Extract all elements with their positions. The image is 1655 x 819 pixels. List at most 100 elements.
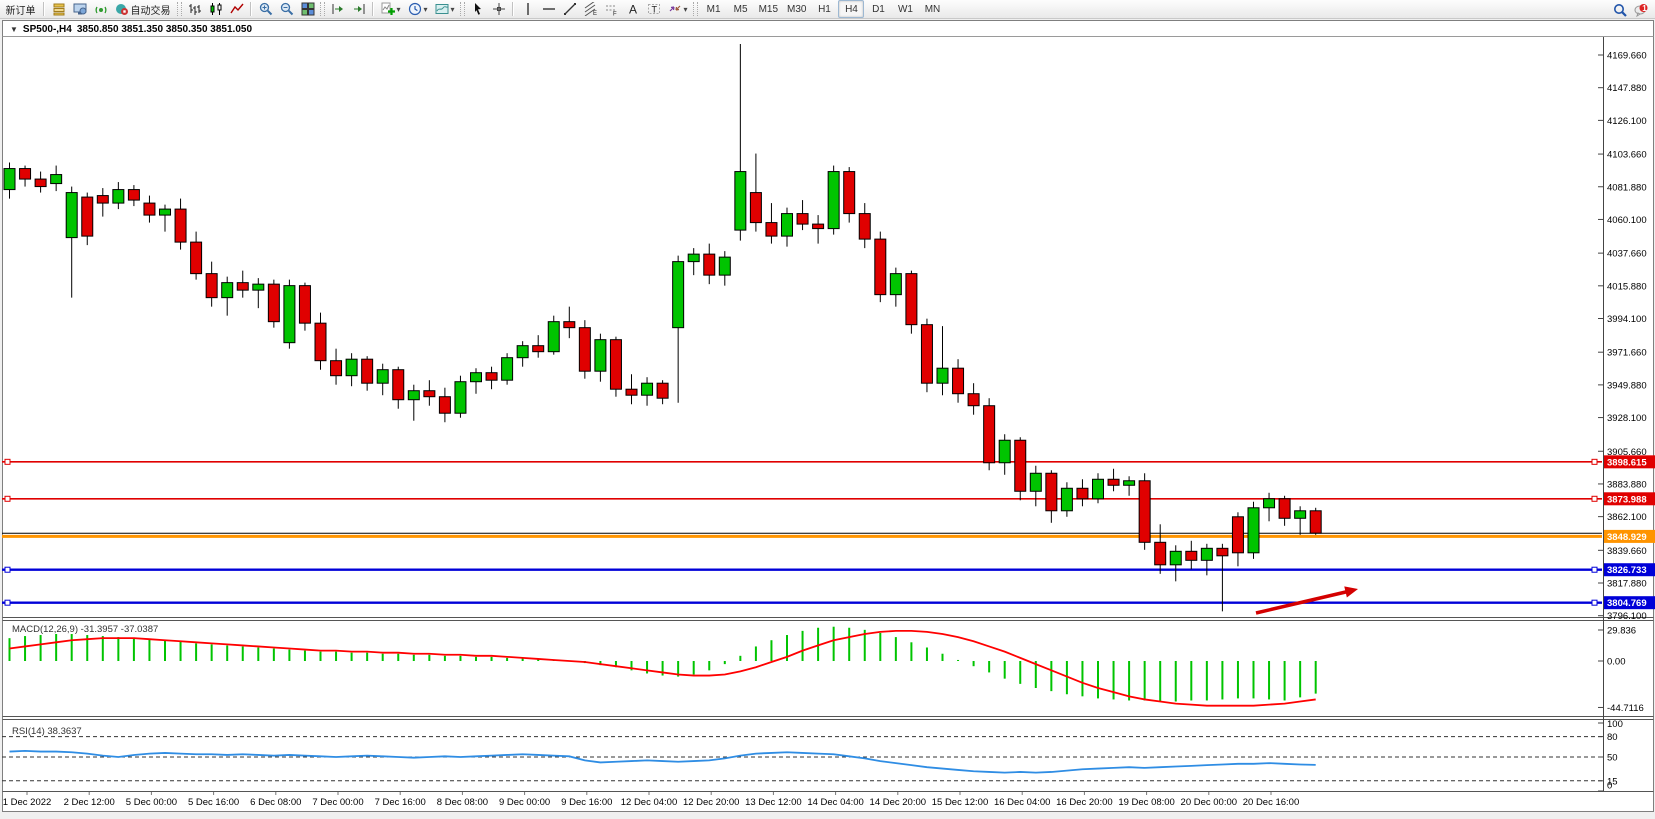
- addchart-icon: [381, 2, 395, 16]
- price-tick-label: 3862.100: [1607, 512, 1647, 523]
- price-tick-label: 4103.660: [1607, 150, 1647, 161]
- tf-m15[interactable]: M15: [755, 0, 782, 18]
- crosshair-icon: [492, 2, 506, 16]
- tile-windows-button[interactable]: [298, 0, 318, 18]
- macd-label: MACD(12,26,9) -31.3957 -37.0387: [12, 624, 158, 635]
- text-label-button[interactable]: T: [644, 0, 664, 18]
- chevron-down-icon[interactable]: ▾: [684, 5, 688, 14]
- tf-w1[interactable]: W1: [892, 0, 918, 18]
- time-tick-label: 16 Dec 04:00: [994, 797, 1051, 808]
- toolbar-separator: [372, 2, 374, 16]
- vline-button[interactable]: [518, 0, 538, 18]
- time-tick-label: 13 Dec 12:00: [745, 797, 802, 808]
- tf-m5[interactable]: M5: [728, 0, 754, 18]
- tf-d1[interactable]: D1: [865, 0, 891, 18]
- time-tick-label: 20 Dec 16:00: [1243, 797, 1300, 808]
- time-tick-label: 12 Dec 04:00: [621, 797, 678, 808]
- autotrade-button[interactable]: 自动交易: [112, 0, 175, 18]
- arrows-button[interactable]: ▾: [665, 0, 691, 18]
- signals-button[interactable]: [91, 0, 111, 18]
- svg-text:F: F: [613, 12, 617, 17]
- time-tick-label: 9 Dec 00:00: [499, 797, 550, 808]
- template-icon: [435, 2, 449, 16]
- time-tick-label: 1 Dec 2022: [3, 797, 52, 808]
- tf-m5-label: M5: [733, 4, 749, 15]
- barchart-icon: [188, 2, 202, 16]
- trendline-icon: [563, 2, 577, 16]
- price-tick-label: 4037.660: [1607, 249, 1647, 260]
- notifications-button[interactable]: 1: [1631, 1, 1651, 19]
- new-order-button[interactable]: 新订单: [2, 0, 40, 18]
- hline-button[interactable]: [539, 0, 559, 18]
- auto-scroll-button[interactable]: [328, 0, 348, 18]
- rsi-tick-label: 50: [1607, 753, 1618, 764]
- toolbar-separator: [43, 2, 45, 16]
- price-tick-label: 4015.880: [1607, 281, 1647, 292]
- add-indicator-button[interactable]: ▾: [378, 0, 404, 18]
- equidistant-channel-button[interactable]: E: [581, 0, 601, 18]
- time-tick-label: 8 Dec 08:00: [437, 797, 488, 808]
- linechart-icon: [230, 2, 244, 16]
- line-chart-button[interactable]: [227, 0, 247, 18]
- tf-h4[interactable]: H4: [838, 0, 864, 18]
- price-badge-label: 3804.769: [1607, 598, 1647, 609]
- cursor-button[interactable]: [468, 0, 488, 18]
- price-tick-label: 3949.880: [1607, 380, 1647, 391]
- chevron-down-icon[interactable]: ▾: [397, 5, 401, 14]
- search-button[interactable]: [1610, 1, 1630, 19]
- stack-icon: [52, 2, 66, 16]
- periods-button[interactable]: ▾: [405, 0, 431, 18]
- time-tick-label: 7 Dec 00:00: [312, 797, 363, 808]
- zoomout-icon: [280, 2, 294, 16]
- time-tick-label: 5 Dec 00:00: [126, 797, 177, 808]
- autotrade-button-label: 自动交易: [130, 2, 172, 17]
- chart-title-quotes: 3850.850 3851.350 3850.350 3851.050: [77, 24, 252, 35]
- time-tick-label: 15 Dec 12:00: [932, 797, 989, 808]
- layers-button[interactable]: [49, 0, 69, 18]
- signal-icon: [94, 2, 108, 16]
- price-tick-label: 3928.100: [1607, 413, 1647, 424]
- tf-m30-label: M30: [786, 4, 807, 15]
- candles-icon: [209, 2, 223, 16]
- time-tick-label: 12 Dec 20:00: [683, 797, 740, 808]
- price-tick-label: 3796.100: [1607, 611, 1647, 622]
- zoom-out-button[interactable]: [277, 0, 297, 18]
- candle-chart-button[interactable]: [206, 0, 226, 18]
- chevron-down-icon[interactable]: ▾: [424, 5, 428, 14]
- fibonacci-button[interactable]: F: [602, 0, 622, 18]
- macd-tick-label: -44.7116: [1607, 703, 1644, 714]
- shapes-icon: [668, 2, 682, 16]
- templates-button[interactable]: ▾: [432, 0, 458, 18]
- price-tick-label: 3817.880: [1607, 579, 1647, 590]
- tf-m30[interactable]: M30: [783, 0, 810, 18]
- time-tick-label: 6 Dec 08:00: [250, 797, 301, 808]
- terminal-button[interactable]: [70, 0, 90, 18]
- bar-chart-button[interactable]: [185, 0, 205, 18]
- tf-mn[interactable]: MN: [919, 0, 945, 18]
- zoom-in-button[interactable]: [256, 0, 276, 18]
- textA-icon: A: [626, 2, 640, 16]
- chart-title-symbol: SP500-,H4: [23, 24, 72, 35]
- price-tick-label: 4126.100: [1607, 116, 1647, 127]
- time-tick-label: 16 Dec 20:00: [1056, 797, 1113, 808]
- crosshair-button[interactable]: [489, 0, 509, 18]
- rsi-label: RSI(14) 38.3637: [12, 726, 82, 737]
- autoscroll-icon: [331, 2, 345, 16]
- toolbar-grip: [693, 2, 698, 16]
- bubble-icon: 1: [1634, 3, 1648, 17]
- chart-shift-button[interactable]: [349, 0, 369, 18]
- trendline-button[interactable]: [560, 0, 580, 18]
- text-button[interactable]: A: [623, 0, 643, 18]
- svg-text:A: A: [629, 3, 637, 17]
- chevron-down-icon[interactable]: ▾: [451, 5, 455, 14]
- rsi-tick-label: 100: [1607, 719, 1623, 730]
- price-tick-label: 3883.880: [1607, 479, 1647, 490]
- hline-icon: [542, 2, 556, 16]
- tf-d1-label: D1: [871, 4, 886, 15]
- collapse-chart-icon[interactable]: ▼: [10, 25, 18, 34]
- svg-text:T: T: [651, 5, 657, 15]
- tf-h1[interactable]: H1: [811, 0, 837, 18]
- price-badge-label: 3873.988: [1607, 494, 1647, 505]
- tf-m1[interactable]: M1: [701, 0, 727, 18]
- clock-icon: [408, 2, 422, 16]
